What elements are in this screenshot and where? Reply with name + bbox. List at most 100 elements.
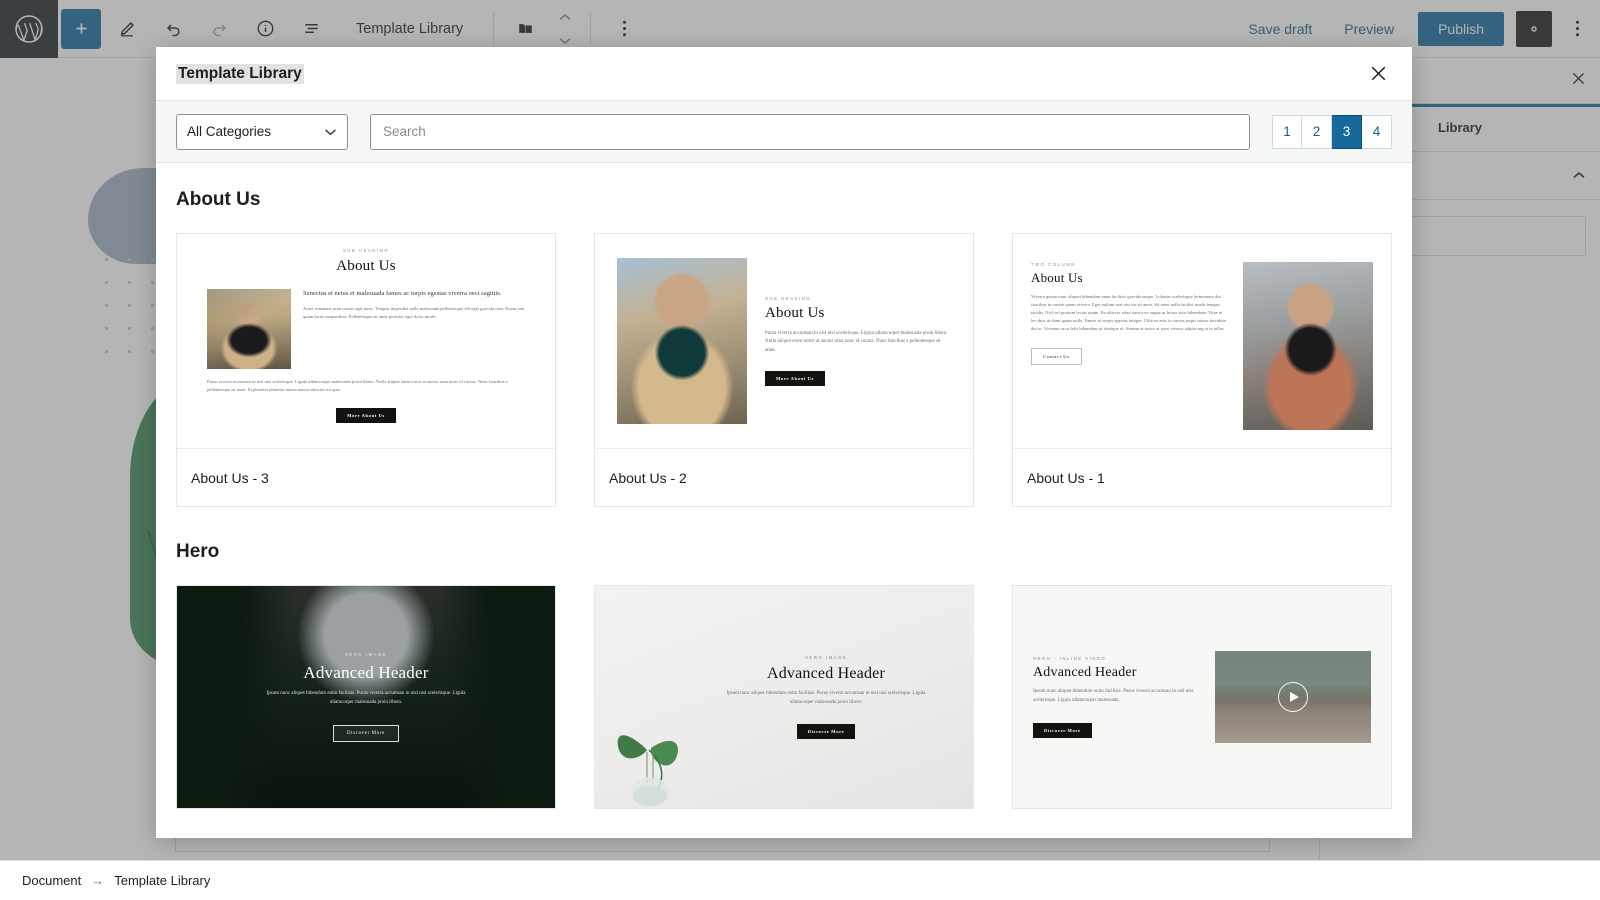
mini-heading: About Us [1031, 270, 1083, 285]
toolbar-divider-1 [493, 11, 495, 46]
template-card[interactable]: SUB HEADING About Us Purus viverra accum… [594, 233, 974, 507]
mini-kicker: HERO - INLINE VIDEO [1033, 656, 1107, 662]
breadcrumb-arrow-icon: → [91, 873, 105, 888]
section-hero: Hero HERO IMAGE Advanced Header Ipsum nu… [176, 507, 1392, 809]
mini-cta-button[interactable]: Discover More [796, 724, 856, 740]
mini-layout-about-1: TWO COLUMN About Us Viverra ipsum nunc a… [1013, 234, 1391, 448]
mini-photo [207, 289, 291, 369]
pagination-page-3[interactable]: 3 [1332, 114, 1362, 149]
document-title: Template Library [356, 20, 464, 37]
modal-title: Template Library [176, 63, 304, 84]
template-more-icon[interactable] [607, 9, 641, 49]
mini-cta-button[interactable]: More About Us [765, 371, 825, 387]
mini-heading: About Us [765, 304, 825, 321]
template-preview: SUB HEADING About Us Purus viverra accum… [595, 234, 973, 448]
mini-body: Ipsum nunc aliquet bibendum enim facilis… [266, 691, 466, 705]
pagination-page-4[interactable]: 4 [1362, 114, 1392, 149]
mini-kicker: HERO IMAGE [344, 652, 388, 658]
mini-kicker: SUB HEADING [342, 248, 390, 253]
modal-filter-bar: All Categories 1 2 3 4 [156, 101, 1412, 163]
folder-icon[interactable] [505, 9, 545, 49]
template-stepper[interactable] [548, 7, 582, 51]
mini-body: Ipsum nunc aliquet bibendum enim facilis… [1033, 689, 1193, 703]
chevron-down-icon [559, 37, 571, 44]
section-title: Hero [176, 541, 220, 562]
mini-body: Viverra ipsum nunc aliquet bibendum enim… [1031, 294, 1227, 331]
template-library-modal: Template Library All Categories 1 2 3 4 … [156, 47, 1412, 838]
search-field[interactable] [370, 113, 1250, 150]
chevron-up-icon[interactable] [1572, 171, 1586, 180]
mini-lead: Senectus et netus et malesuada fames ac … [303, 290, 502, 297]
editor-options-icon[interactable] [1560, 9, 1594, 49]
template-caption: About Us - 1 [1013, 448, 1391, 506]
mini-heading: Advanced Header [303, 663, 429, 683]
info-circle-icon[interactable] [245, 9, 285, 49]
close-x-icon[interactable] [1571, 71, 1586, 91]
breadcrumb-current[interactable]: Template Library [114, 873, 210, 888]
template-grid: SUB HEADING About Us Senectus et netus e… [176, 233, 1392, 507]
category-select-value: All Categories [187, 124, 272, 139]
mini-layout-hero-dark: HERO IMAGE Advanced Header Ipsum nunc al… [177, 586, 555, 808]
breadcrumb: Document → Template Library [0, 860, 1600, 900]
pagination: 1 2 3 4 [1272, 114, 1392, 149]
template-card[interactable]: TWO COLUMN About Us Viverra ipsum nunc a… [1012, 233, 1392, 507]
mini-kicker: SUB HEADING [765, 295, 812, 301]
mini-cta-button[interactable]: Contact Us [1031, 348, 1082, 366]
mini-kicker: HERO IMAGE [804, 654, 848, 660]
search-input[interactable] [383, 124, 1237, 139]
mini-cta-button[interactable]: More About Us [336, 407, 396, 423]
edit-mode-button[interactable] [107, 9, 147, 49]
pagination-page-2[interactable]: 2 [1302, 114, 1332, 149]
template-card[interactable]: HERO IMAGE Advanced Header Ipsum nunc al… [176, 585, 556, 809]
publish-button[interactable]: Publish [1418, 11, 1504, 46]
play-circle-icon[interactable] [1278, 682, 1308, 712]
mini-body-2: Purus viverra accumsan in nisl nisi scel… [207, 379, 508, 392]
template-preview: HERO IMAGE Advanced Header Ipsum nunc al… [177, 586, 555, 808]
mini-layout-about-2: SUB HEADING About Us Purus viverra accum… [595, 234, 973, 448]
mini-kicker: TWO COLUMN [1031, 262, 1076, 267]
modal-body[interactable]: About Us SUB HEADING About Us Senectus e… [156, 163, 1412, 838]
section-about-us: About Us SUB HEADING About Us Senectus e… [176, 163, 1392, 507]
mini-body: Amet venenatis urna cursus eget nunc. Te… [303, 306, 525, 320]
template-preview: SUB HEADING About Us Senectus et netus e… [177, 234, 555, 448]
mini-photo [1215, 651, 1371, 743]
mini-heading: About Us [336, 258, 396, 274]
mini-layout-about-3: SUB HEADING About Us Senectus et netus e… [177, 234, 555, 448]
pagination-page-1[interactable]: 1 [1272, 114, 1302, 149]
list-view-icon[interactable] [291, 9, 331, 49]
redo-arrow-icon[interactable] [199, 9, 239, 49]
mini-layout-hero-light: HERO IMAGE Advanced Header Ipsum nunc al… [595, 586, 973, 808]
chevron-down-icon [324, 124, 337, 139]
gear-icon[interactable] [1516, 10, 1552, 47]
mini-photo [617, 258, 747, 424]
mini-heading: Advanced Header [1033, 665, 1137, 681]
mini-body: Purus viverra accumsan in nisl nisi scel… [765, 330, 948, 353]
template-preview: HERO - INLINE VIDEO Advanced Header Ipsu… [1013, 586, 1391, 808]
mini-cta-button[interactable]: Discover More [332, 724, 399, 742]
template-card[interactable]: SUB HEADING About Us Senectus et netus e… [176, 233, 556, 507]
mini-body: Ipsum nunc aliquet bibendum enim facilis… [726, 690, 926, 705]
template-card[interactable]: HERO - INLINE VIDEO Advanced Header Ipsu… [1012, 585, 1392, 809]
preview-button[interactable]: Preview [1328, 21, 1410, 37]
template-grid: HERO IMAGE Advanced Header Ipsum nunc al… [176, 585, 1392, 809]
mini-photo [1243, 262, 1373, 430]
template-preview: TWO COLUMN About Us Viverra ipsum nunc a… [1013, 234, 1391, 448]
template-card[interactable]: HERO IMAGE Advanced Header Ipsum nunc al… [594, 585, 974, 809]
category-select[interactable]: All Categories [176, 113, 348, 150]
toolbar-divider-2 [590, 11, 592, 46]
mini-heading: Advanced Header [766, 664, 886, 682]
close-x-icon[interactable] [1358, 54, 1398, 94]
undo-arrow-icon[interactable] [153, 9, 193, 49]
save-draft-button[interactable]: Save draft [1232, 21, 1328, 37]
wordpress-logo-icon[interactable] [0, 0, 58, 58]
template-caption: About Us - 3 [177, 448, 555, 506]
mini-layout-hero-video: HERO - INLINE VIDEO Advanced Header Ipsu… [1013, 586, 1391, 808]
modal-header: Template Library [156, 47, 1412, 101]
breadcrumb-document[interactable]: Document [22, 873, 81, 888]
template-preview: HERO IMAGE Advanced Header Ipsum nunc al… [595, 586, 973, 808]
add-block-button[interactable] [61, 8, 101, 49]
template-caption: About Us - 2 [595, 448, 973, 506]
chevron-up-icon [559, 13, 571, 20]
section-title: About Us [176, 189, 261, 210]
mini-cta-button[interactable]: Discover More [1033, 722, 1092, 738]
